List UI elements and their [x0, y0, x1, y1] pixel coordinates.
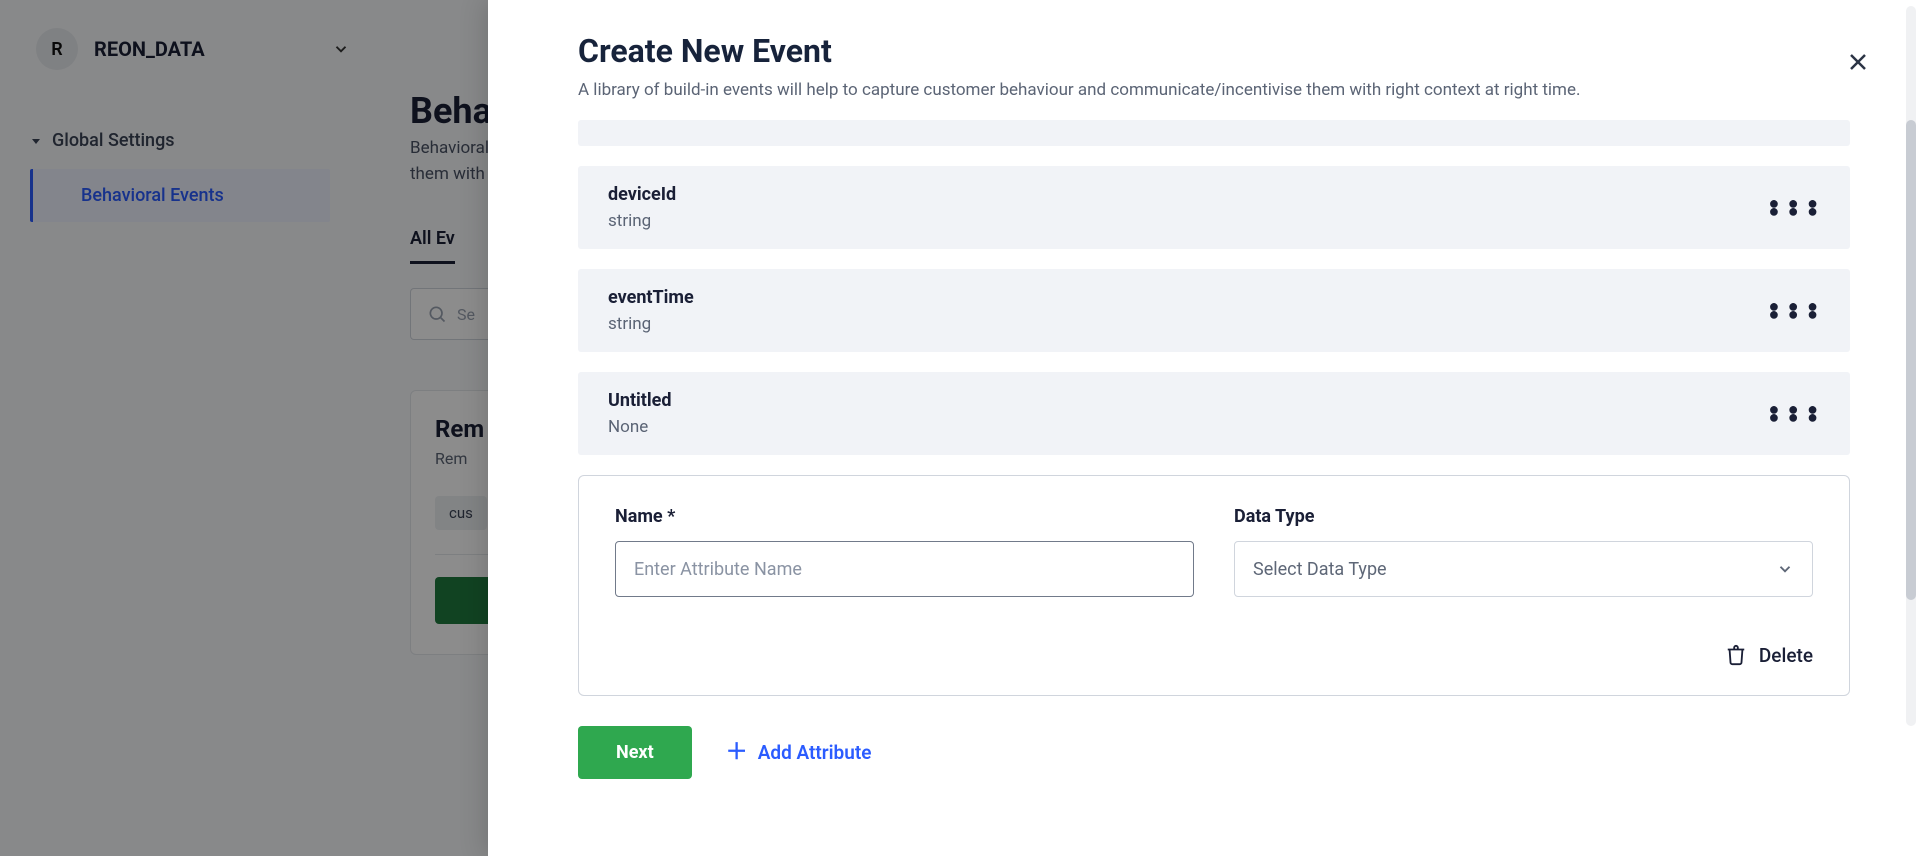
- attribute-row[interactable]: deviceId string ● ● ●● ● ●: [578, 166, 1850, 249]
- delete-attribute-button[interactable]: Delete: [615, 643, 1813, 667]
- close-button[interactable]: [1846, 50, 1870, 74]
- plus-icon: ＋: [726, 742, 748, 764]
- add-attribute-label: Add Attribute: [758, 741, 872, 764]
- close-icon: [1846, 50, 1870, 74]
- attribute-type: string: [608, 211, 676, 231]
- attribute-name: deviceId: [608, 184, 676, 205]
- add-attribute-button[interactable]: ＋ Add Attribute: [726, 741, 872, 764]
- modal-title: Create New Event: [578, 32, 1830, 70]
- name-field-label: Name *: [615, 506, 1194, 527]
- attribute-type: None: [608, 417, 672, 437]
- chevron-down-icon: [1776, 560, 1794, 578]
- next-button[interactable]: Next: [578, 726, 692, 779]
- attribute-row-partial: [578, 120, 1850, 146]
- attribute-name: eventTime: [608, 287, 694, 308]
- attribute-edit-card: Name * Data Type Select Data Type: [578, 475, 1850, 696]
- create-event-modal: Create New Event A library of build-in e…: [488, 0, 1920, 856]
- datatype-select[interactable]: Select Data Type: [1234, 541, 1813, 597]
- trash-icon: [1725, 643, 1747, 667]
- attribute-type: string: [608, 314, 694, 334]
- datatype-select-value: Select Data Type: [1253, 559, 1387, 580]
- drag-handle-icon[interactable]: ● ● ●● ● ●: [1768, 303, 1820, 319]
- modal-subtitle: A library of build-in events will help t…: [578, 80, 1830, 100]
- drag-handle-icon[interactable]: ● ● ●● ● ●: [1768, 406, 1820, 422]
- scrollbar-thumb[interactable]: [1906, 120, 1916, 600]
- datatype-field-label: Data Type: [1234, 506, 1813, 527]
- attribute-name-input[interactable]: [615, 541, 1194, 597]
- attribute-name: Untitled: [608, 390, 672, 411]
- drag-handle-icon[interactable]: ● ● ●● ● ●: [1768, 200, 1820, 216]
- attribute-row[interactable]: Untitled None ● ● ●● ● ●: [578, 372, 1850, 455]
- delete-label: Delete: [1759, 644, 1813, 667]
- attribute-row[interactable]: eventTime string ● ● ●● ● ●: [578, 269, 1850, 352]
